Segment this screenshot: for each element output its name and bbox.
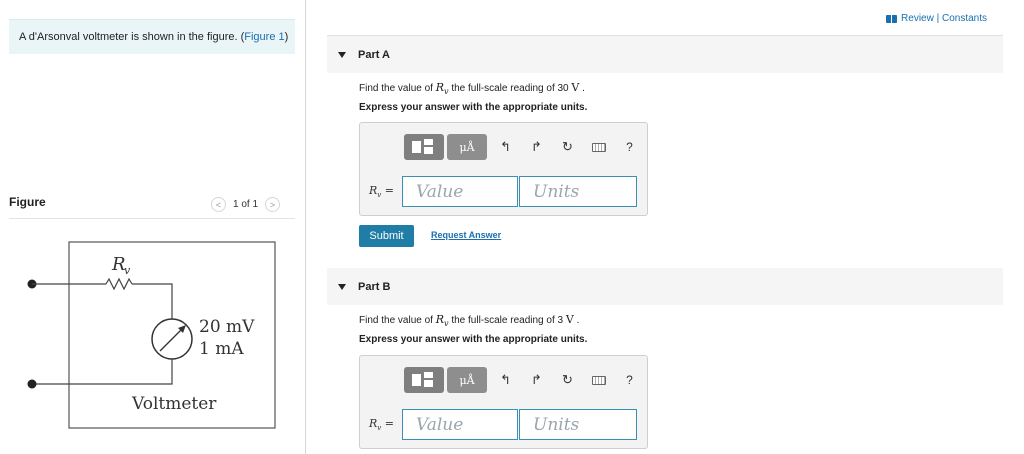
part-b-question: Find the value of Rv the full-scale read… [359,313,579,328]
templates-button[interactable] [404,134,444,160]
redo-icon[interactable]: ↱ [521,134,552,160]
figure-pager: < 1 of 1 > [211,197,281,212]
column-divider [305,0,306,454]
templates-icon [412,372,436,388]
wire-bottom [32,359,173,385]
answer-row: Rv = Value Units [369,409,637,440]
part-b-instruction: Express your answer with the appropriate… [359,334,588,345]
part-b-title: Part B [358,280,391,293]
collapse-triangle-icon[interactable] [338,51,346,58]
part-a-instruction: Express your answer with the appropriate… [359,102,588,113]
pager-text: 1 of 1 [233,199,259,210]
book-icon [886,14,898,23]
question-end: . [573,315,580,326]
units-button[interactable]: μÅ [447,134,487,160]
part-a-answer-box: μÅ ↰ ↱ ↻ ? Rv = Value Units [359,122,648,216]
part-a-header[interactable]: Part A [327,36,1003,73]
value-input[interactable]: Value [402,409,518,440]
answer-row: Rv = Value Units [369,176,637,207]
meter-current-rating: 1 mA [199,339,244,359]
wire-top-right [132,283,173,320]
part-b-answer-box: μÅ ↰ ↱ ↻ ? Rv = Value Units [359,355,648,449]
keyboard-icon[interactable] [583,134,614,160]
keyboard-icon[interactable] [583,367,614,393]
question-symbol: R [435,81,445,94]
templates-button[interactable] [404,367,444,393]
redo-icon[interactable]: ↱ [521,367,552,393]
figure-heading: Figure [9,195,46,209]
chevron-right-icon[interactable]: > [265,197,281,212]
units-input[interactable]: Units [519,176,637,207]
answer-label: Rv = [369,184,402,199]
intro-text: A d'Arsonval voltmeter is shown in the f… [19,31,245,43]
question-prefix: Find the value of [359,83,436,94]
undo-icon[interactable]: ↰ [490,134,521,160]
templates-icon [412,139,436,155]
submit-button[interactable]: Submit [359,225,414,247]
question-unit: V [565,313,574,326]
answer-label: Rv = [369,417,402,432]
chevron-left-icon[interactable]: < [211,197,226,212]
question-end: . [579,83,585,94]
part-a-question: Find the value of Rv the full-scale read… [359,81,585,96]
figure-separator [9,218,295,219]
units-input[interactable]: Units [519,409,637,440]
circuit-caption: Voltmeter [131,394,217,414]
value-input[interactable]: Value [402,176,518,207]
units-button[interactable]: μÅ [447,367,487,393]
review-constants-label: Review | Constants [901,13,987,24]
help-button[interactable]: ? [614,367,645,393]
intro-close: ) [284,31,289,43]
reset-icon[interactable]: ↻ [552,367,583,393]
resistor-rv [105,277,133,291]
help-button[interactable]: ? [614,134,645,160]
resistor-label-subscript: v [124,264,131,277]
question-symbol: R [435,313,445,326]
reset-icon[interactable]: ↻ [552,134,583,160]
math-toolbar: μÅ ↰ ↱ ↻ ? [404,134,645,160]
part-b-header[interactable]: Part B [327,268,1003,305]
review-constants-link[interactable]: Review | Constants [886,13,987,24]
math-toolbar: μÅ ↰ ↱ ↻ ? [404,367,645,393]
meter-voltage-rating: 20 mV [199,317,255,337]
request-answer-link[interactable]: Request Answer [431,230,501,240]
question-suffix: the full-scale reading of 30 [448,83,572,94]
answer-label-eq: = [381,183,394,197]
problem-intro: A d'Arsonval voltmeter is shown in the f… [9,19,295,54]
question-suffix: the full-scale reading of 3 [448,315,566,326]
voltmeter-circuit-diagram: R v 20 mV 1 mA Voltmeter [27,241,276,429]
collapse-triangle-icon[interactable] [338,283,346,290]
answer-label-eq: = [381,416,394,430]
undo-icon[interactable]: ↰ [490,367,521,393]
figure-link[interactable]: Figure 1 [244,31,284,43]
terminal-bottom [27,379,37,389]
part-a-title: Part A [358,48,390,61]
question-prefix: Find the value of [359,315,436,326]
